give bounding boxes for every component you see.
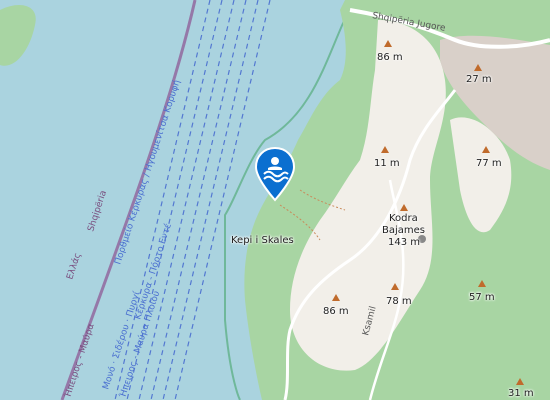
marker-label: Kepi i Skales [231,235,294,246]
location-marker[interactable] [254,146,296,202]
peak-icon [400,204,408,211]
peak-icon [384,40,392,47]
peak-icon [478,280,486,287]
peak-icon [381,146,389,153]
place-label-elevation: 143 m [388,237,421,248]
elevation-label: 77 m [476,158,502,169]
peak-icon [482,146,490,153]
elevation-label: 78 m [386,296,412,307]
swimming-icon [254,146,296,202]
elevation-label: 27 m [466,74,492,85]
place-label-kodra: Kodra [389,213,418,224]
peak-icon [332,294,340,301]
map-view[interactable]: Shqipëria Jugore Ksamil Shqipëria Ελλάς … [0,0,550,400]
peak-icon [516,378,524,385]
peak-icon [474,64,482,71]
elevation-label: 11 m [374,158,400,169]
elevation-label: 57 m [469,292,495,303]
peak-icon [391,283,399,290]
elevation-label: 86 m [377,52,403,63]
elevation-label: 31 m [508,388,534,399]
place-label-bajames: Bajames [382,225,425,236]
elevation-label: 86 m [323,306,349,317]
